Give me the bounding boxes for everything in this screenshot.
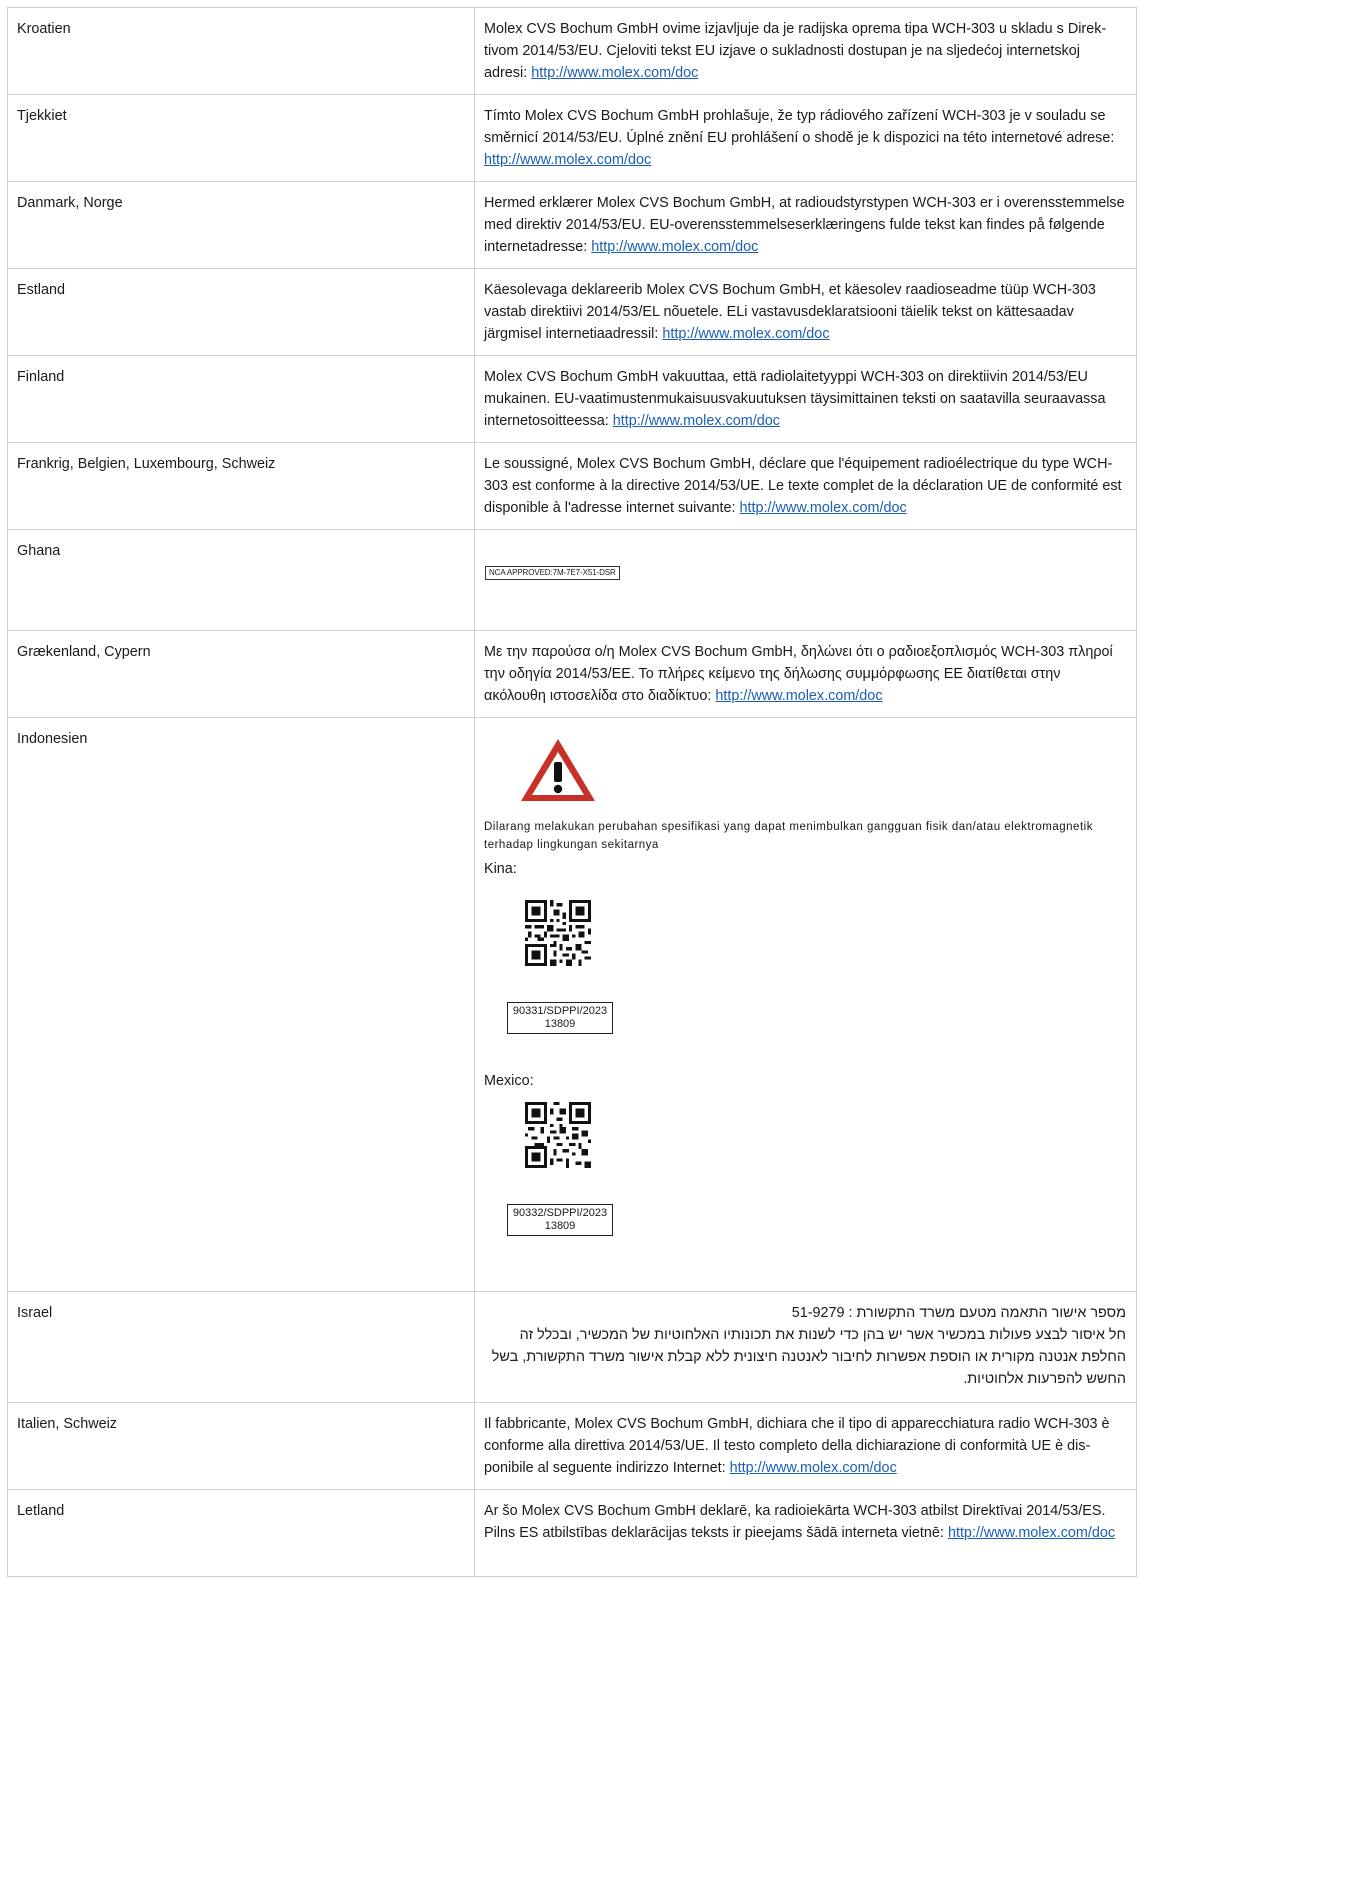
doc-link[interactable]: http://www.molex.com/doc	[730, 1460, 897, 1476]
nca-approval-label: NCA APPROVED:7M-7E7-X51-DSR	[485, 566, 620, 580]
declaration-text: Molex CVS Bochum GmbH vakuuttaa, että ra…	[484, 369, 1106, 429]
hebrew-warning-text: חל איסור לבצע פעולות במכשיר אשר יש בהן כ…	[491, 1327, 1126, 1387]
sdppi-code-box: 90332/SDPPI/2023 13809	[507, 1204, 613, 1236]
country-cell: Israel	[7, 1291, 475, 1403]
country-cell: Grækenland, Cypern	[7, 630, 475, 718]
doc-link[interactable]: http://www.molex.com/doc	[531, 65, 698, 81]
table-row: Letland Ar šo Molex CVS Bochum GmbH dekl…	[7, 1489, 1137, 1577]
table-row: Finland Molex CVS Bochum GmbH vakuuttaa,…	[7, 355, 1137, 443]
doc-link[interactable]: http://www.molex.com/doc	[948, 1525, 1115, 1541]
doc-link[interactable]: http://www.molex.com/doc	[662, 326, 829, 342]
country-cell: Letland	[7, 1489, 475, 1577]
declaration-cell: Ar šo Molex CVS Bochum GmbH deklarē, ka …	[474, 1489, 1137, 1577]
sdppi-code-line: 13809	[544, 1018, 576, 1030]
country-cell: Frankrig, Belgien, Luxembourg, Schweiz	[7, 442, 475, 530]
indonesia-cell: Dilarang melakukan perubahan spesifikasi…	[474, 717, 1137, 1292]
country-cell: Indonesien	[7, 717, 475, 1292]
doc-link[interactable]: http://www.molex.com/doc	[740, 500, 907, 516]
country-cell: Tjekkiet	[7, 94, 475, 182]
table-row: Grækenland, Cypern Με την παρούσα ο/η Mo…	[7, 630, 1137, 718]
kina-label: Kina:	[484, 861, 517, 877]
table-row: Tjekkiet Tímto Molex CVS Bochum GmbH pro…	[7, 94, 1137, 182]
country-cell: Finland	[7, 355, 475, 443]
table-row: Ghana NCA APPROVED:7M-7E7-X51-DSR	[7, 529, 1137, 631]
sdppi-code-box: 90331/SDPPI/2023 13809	[507, 1002, 613, 1034]
table-row: Israel מספר אישור התאמה מטעם משרד התקשור…	[7, 1291, 1137, 1403]
declaration-cell: Käesolevaga deklareerib Molex CVS Bochum…	[474, 268, 1137, 356]
declaration-text: Tímto Molex CVS Bochum GmbH prohlašuje, …	[484, 108, 1115, 146]
table-row: Frankrig, Belgien, Luxembourg, Schweiz L…	[7, 442, 1137, 530]
doc-link[interactable]: http://www.molex.com/doc	[715, 688, 882, 704]
table-row: Italien, Schweiz Il fabbricante, Molex C…	[7, 1402, 1137, 1490]
declaration-cell: Με την παρούσα ο/η Molex CVS Bochum GmbH…	[474, 630, 1137, 718]
country-cell: Ghana	[7, 529, 475, 631]
table-row: Indonesien Dilarang melakukan perubahan …	[7, 717, 1137, 1292]
warning-triangle-icon	[518, 736, 598, 804]
table-row: Estland Käesolevaga deklareerib Molex CV…	[7, 268, 1137, 356]
declaration-cell: Molex CVS Bochum GmbH vakuuttaa, että ra…	[474, 355, 1137, 443]
hebrew-approval-line: מספר אישור התאמה מטעם משרד התקשורת : 51-…	[791, 1305, 1126, 1321]
sdppi-code-line: 90332/SDPPI/2023	[512, 1207, 608, 1219]
declaration-table: Kroatien Molex CVS Bochum GmbH ovime izj…	[7, 7, 1137, 1577]
sdppi-code-line: 13809	[544, 1220, 576, 1232]
declaration-cell: Il fabbricante, Molex CVS Bochum GmbH, d…	[474, 1402, 1137, 1490]
country-cell: Danmark, Norge	[7, 181, 475, 269]
declaration-text: Hermed erklærer Molex CVS Bochum GmbH, a…	[484, 195, 1125, 255]
nca-cell: NCA APPROVED:7M-7E7-X51-DSR	[474, 529, 1137, 631]
doc-link[interactable]: http://www.molex.com/doc	[484, 152, 651, 168]
doc-link[interactable]: http://www.molex.com/doc	[613, 413, 780, 429]
country-cell: Italien, Schweiz	[7, 1402, 475, 1490]
declaration-cell: Molex CVS Bochum GmbH ovime izjavljuje d…	[474, 7, 1137, 95]
country-cell: Kroatien	[7, 7, 475, 95]
declaration-cell: Hermed erklærer Molex CVS Bochum GmbH, a…	[474, 181, 1137, 269]
table-row: Danmark, Norge Hermed erklærer Molex CVS…	[7, 181, 1137, 269]
mexico-label: Mexico:	[484, 1073, 534, 1089]
hebrew-cell: מספר אישור התאמה מטעם משרד התקשורת : 51-…	[474, 1291, 1137, 1403]
doc-link[interactable]: http://www.molex.com/doc	[591, 239, 758, 255]
table-row: Kroatien Molex CVS Bochum GmbH ovime izj…	[7, 7, 1137, 95]
country-cell: Estland	[7, 268, 475, 356]
declaration-cell: Tímto Molex CVS Bochum GmbH prohlašuje, …	[474, 94, 1137, 182]
qr-code-icon	[525, 900, 591, 966]
qr-code-icon	[525, 1102, 591, 1168]
sdppi-code-line: 90331/SDPPI/2023	[512, 1005, 608, 1017]
declaration-cell: Le soussigné, Molex CVS Bochum GmbH, déc…	[474, 442, 1137, 530]
warning-text: Dilarang melakukan perubahan spesifikasi…	[484, 821, 1093, 851]
